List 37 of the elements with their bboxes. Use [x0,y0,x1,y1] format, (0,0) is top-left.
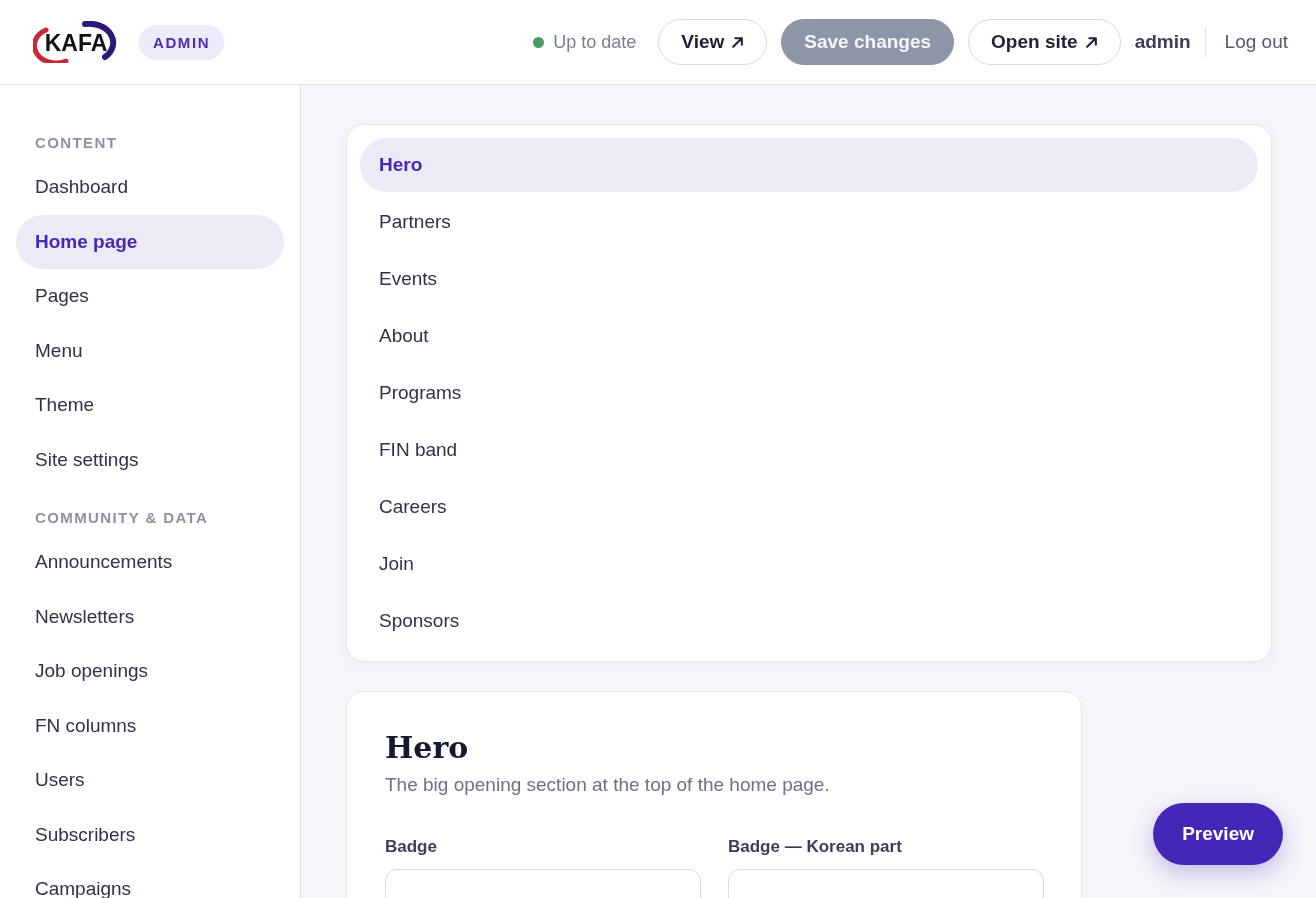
status-text: Up to date [553,31,637,53]
section-tab[interactable]: Hero [360,138,1258,192]
nav-section-heading: CONTENT [34,134,119,152]
section-tab[interactable]: Sponsors [360,594,1258,648]
nav-item[interactable]: Menu [16,323,284,378]
nav-item[interactable]: Subscribers [16,807,284,862]
preview-button[interactable]: Preview [1153,803,1283,865]
site-logo[interactable]: KAFA [33,21,117,63]
nav-item[interactable]: Home page [16,214,284,269]
editor-title: Hero [385,729,470,767]
nav-item[interactable]: Announcements [16,535,284,590]
section-tab[interactable]: About [360,309,1258,363]
arrow-up-right-icon [731,35,745,49]
username: admin [1134,31,1191,53]
nav-item[interactable]: Job openings [16,644,284,699]
nav-section-heading: COMMUNITY & DATA [34,509,210,527]
link-button[interactable]: Open site [968,19,1121,65]
nav-item[interactable]: Pages [16,269,284,324]
nav-item[interactable]: Site settings [16,432,284,487]
admin-badge: ADMIN [139,24,225,60]
arrow-up-right-icon [1084,35,1098,49]
nav-item[interactable]: Dashboard [16,160,284,215]
section-tab[interactable]: Join [360,537,1258,591]
section-tab[interactable]: Events [360,252,1258,306]
logout-link[interactable]: Log out [1224,31,1288,53]
section-tab[interactable]: FIN band [360,423,1258,477]
section-tab[interactable]: Partners [360,195,1258,249]
nav-item[interactable]: FN columns [16,698,284,753]
section-tab[interactable]: Programs [360,366,1258,420]
section-tab[interactable]: Careers [360,480,1258,534]
nav-item[interactable]: Users [16,753,284,808]
link-button[interactable]: View [658,19,768,65]
nav-item[interactable]: Newsletters [16,589,284,644]
field-label: Badge [385,836,438,858]
editor-description: The big opening section at the top of the home page. [385,773,831,797]
field-label: Badge — Korean part [728,836,903,858]
nav-item[interactable]: Theme [16,378,284,433]
